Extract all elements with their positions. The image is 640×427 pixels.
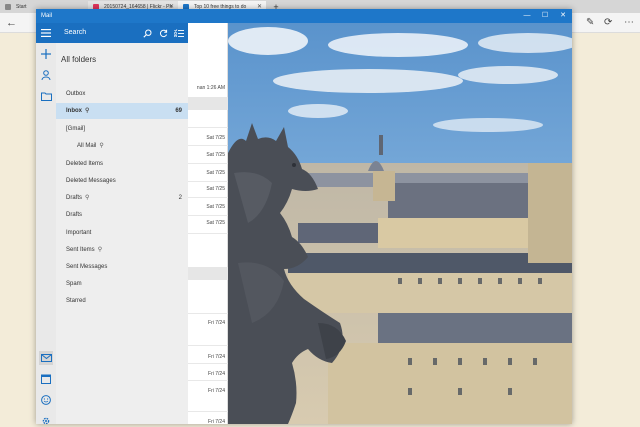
message-date[interactable]: Fri 7/24 [208, 319, 225, 327]
folder-item[interactable]: Drafts [56, 207, 188, 223]
message-divider [188, 345, 228, 346]
calendar-icon[interactable] [39, 372, 53, 386]
more-icon[interactable]: ⋯ [624, 16, 634, 30]
search-icon[interactable] [141, 26, 153, 40]
folder-name: Deleted Items [66, 161, 104, 167]
new-mail-icon[interactable] [39, 47, 53, 61]
message-divider [188, 163, 228, 164]
hamburger-icon[interactable] [39, 26, 53, 40]
folder-icon[interactable] [39, 89, 53, 103]
folder-item[interactable]: Spam [56, 276, 188, 292]
folder-name: Drafts ⚲ [66, 195, 90, 201]
mail-title-bar: Mail — ☐ ✕ [36, 9, 572, 23]
message-date[interactable]: Fri 7/24 [208, 418, 225, 424]
start-favicon-icon [5, 4, 11, 10]
folder-pane: Search All folders Outbox Inbox ⚲ 69 [Gmail]… [56, 23, 188, 424]
tab-label: Start [16, 4, 27, 10]
date-group-header [188, 97, 228, 110]
message-date[interactable]: Sat 7/25 [206, 185, 225, 193]
message-divider [188, 145, 228, 146]
nav-rail [36, 23, 56, 424]
sync-icon[interactable] [157, 26, 169, 40]
folder-item[interactable]: Drafts ⚲ 2 [56, 190, 188, 206]
reading-pane [228, 23, 572, 424]
pin-icon: ⚲ [99, 143, 104, 149]
message-divider [188, 363, 228, 364]
message-date[interactable]: Sat 7/25 [206, 151, 225, 159]
folder-item[interactable]: Outbox [56, 86, 188, 102]
smiley-icon[interactable] [39, 393, 53, 407]
folder-item[interactable]: Sent Items ⚲ [56, 242, 188, 258]
folder-name: All Mail ⚲ [77, 143, 104, 149]
back-arrow-icon[interactable]: ← [6, 16, 17, 30]
folder-name: Starred [66, 298, 86, 304]
message-date[interactable]: nan 1:26 AM [197, 84, 225, 92]
folder-item[interactable]: Sent Messages [56, 259, 188, 275]
message-date[interactable]: Sat 7/25 [206, 134, 225, 142]
folder-name: Outbox [66, 91, 86, 97]
message-divider [188, 197, 228, 198]
folder-name: Sent Items ⚲ [66, 247, 103, 253]
unread-count: 69 [175, 108, 182, 114]
message-divider [188, 215, 228, 216]
message-list: nan 1:26 AM Sat 7/25 Sat 7/25 Sat 7/25 Sat 7… [188, 23, 228, 424]
mail-window: Mail — ☐ ✕ Search All folders Outbox Inb… [36, 9, 572, 424]
all-folders-heading: All folders [61, 55, 97, 64]
close-window-button[interactable]: ✕ [554, 9, 572, 23]
folder-name: Deleted Messages [66, 178, 116, 184]
folder-item[interactable]: Deleted Items [56, 156, 188, 172]
folder-item[interactable]: All Mail ⚲ [56, 138, 188, 154]
pin-icon: ⚲ [85, 195, 90, 201]
maximize-button[interactable]: ☐ [536, 9, 554, 23]
message-date[interactable]: Fri 7/24 [208, 387, 225, 395]
window-title: Mail [41, 13, 53, 19]
pin-icon: ⚲ [85, 108, 90, 114]
message-date[interactable]: Fri 7/24 [208, 370, 225, 378]
share-icon[interactable]: ⟳ [604, 16, 612, 30]
unread-count: 2 [178, 195, 182, 201]
gear-icon[interactable] [39, 414, 53, 424]
message-divider [188, 380, 228, 381]
message-date[interactable]: Fri 7/24 [208, 353, 225, 361]
select-mode-icon[interactable] [173, 26, 185, 40]
folder-name: Sent Messages [66, 264, 108, 270]
message-date[interactable]: Sat 7/25 [206, 169, 225, 177]
search-input[interactable]: Search [64, 27, 86, 39]
folder-name: Drafts [66, 212, 83, 218]
folder-name: Important [66, 230, 92, 236]
folder-name: [Gmail] [66, 126, 86, 132]
folder-item[interactable]: Important [56, 225, 188, 241]
folder-item[interactable]: Starred [56, 293, 188, 309]
message-divider [188, 127, 228, 128]
pin-icon: ⚲ [97, 247, 103, 253]
mail-icon[interactable] [39, 351, 53, 365]
message-divider [188, 411, 228, 412]
message-date[interactable]: Sat 7/25 [206, 219, 225, 227]
folder-name: Spam [66, 281, 82, 287]
rail-header [36, 23, 56, 43]
web-note-icon[interactable]: ✎ [586, 16, 594, 30]
folder-item[interactable]: Inbox ⚲ 69 [56, 103, 188, 119]
message-divider [188, 233, 228, 234]
paris-gargoyle-photo [228, 23, 572, 424]
minimize-button[interactable]: — [518, 9, 536, 23]
message-date[interactable]: Sat 7/25 [206, 203, 225, 211]
message-divider [188, 313, 228, 314]
search-header: Search [56, 23, 188, 43]
date-group-header [188, 267, 228, 280]
person-icon[interactable] [39, 68, 53, 82]
folder-item[interactable]: Deleted Messages [56, 173, 188, 189]
message-divider [188, 181, 228, 182]
folder-item[interactable]: [Gmail] [56, 121, 188, 137]
folder-name: Inbox ⚲ [66, 108, 90, 114]
